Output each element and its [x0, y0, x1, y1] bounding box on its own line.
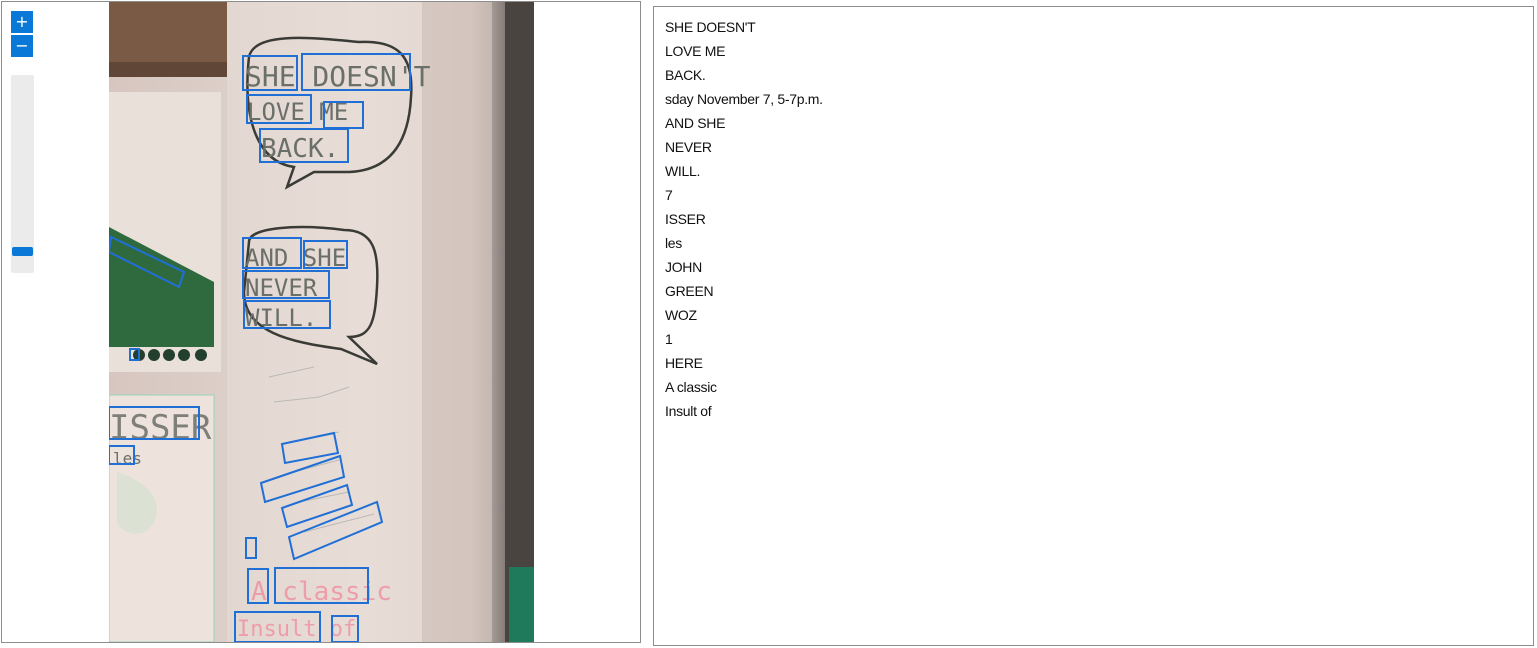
text-lines-list: SHE DOESN'T LOVE ME BACK. sday November 7, …	[654, 7, 1533, 423]
svg-text:BACK.: BACK.	[261, 134, 339, 164]
text-line: BACK.	[665, 67, 706, 83]
wall-photo: SHE DOESN'T LOVE ME BACK. AND SHE NEVER …	[109, 2, 534, 642]
text-line: SHE DOESN'T	[665, 19, 756, 35]
document-image: SHE DOESN'T LOVE ME BACK. AND SHE NEVER …	[109, 2, 534, 642]
wood-shadow	[109, 62, 227, 77]
text-line: WILL.	[665, 163, 701, 179]
svg-text:Insult of: Insult of	[237, 617, 356, 642]
zoom-out-button[interactable]: −	[11, 35, 33, 57]
text-line: HERE	[665, 355, 703, 371]
text-line: les	[665, 235, 682, 251]
wall-edge	[422, 2, 492, 642]
text-line: AND SHE	[665, 115, 726, 131]
text-line: sday November 7, 5-7p.m.	[665, 91, 823, 107]
text-line: ISSER	[665, 211, 706, 227]
text-line: 1	[665, 331, 673, 347]
zoom-slider-thumb[interactable]	[12, 247, 33, 256]
svg-text:les: les	[113, 449, 142, 468]
green-strip	[509, 567, 534, 642]
zoom-slider[interactable]	[11, 75, 34, 273]
svg-text:SHE DOESN'T: SHE DOESN'T	[245, 60, 431, 93]
dark-gap	[505, 2, 534, 642]
text-line: A classic	[665, 379, 717, 395]
text-line: WOZ	[665, 307, 697, 323]
text-line: NEVER	[665, 139, 712, 155]
svg-text:ISSER: ISSER	[109, 408, 212, 448]
text-line: GREEN	[665, 283, 714, 299]
zoom-in-button[interactable]: +	[11, 11, 33, 33]
text-line: JOHN	[665, 259, 702, 275]
extracted-text-panel[interactable]: SHE DOESN'T LOVE ME BACK. sday November 7, …	[653, 6, 1534, 646]
text-line: Insult of	[665, 403, 712, 419]
text-line: LOVE ME	[665, 43, 726, 59]
image-viewer[interactable]: + − SHE DOESN'T LOVE ME BACK. AND SHE NE…	[1, 1, 641, 643]
text-line: 7	[665, 187, 673, 203]
